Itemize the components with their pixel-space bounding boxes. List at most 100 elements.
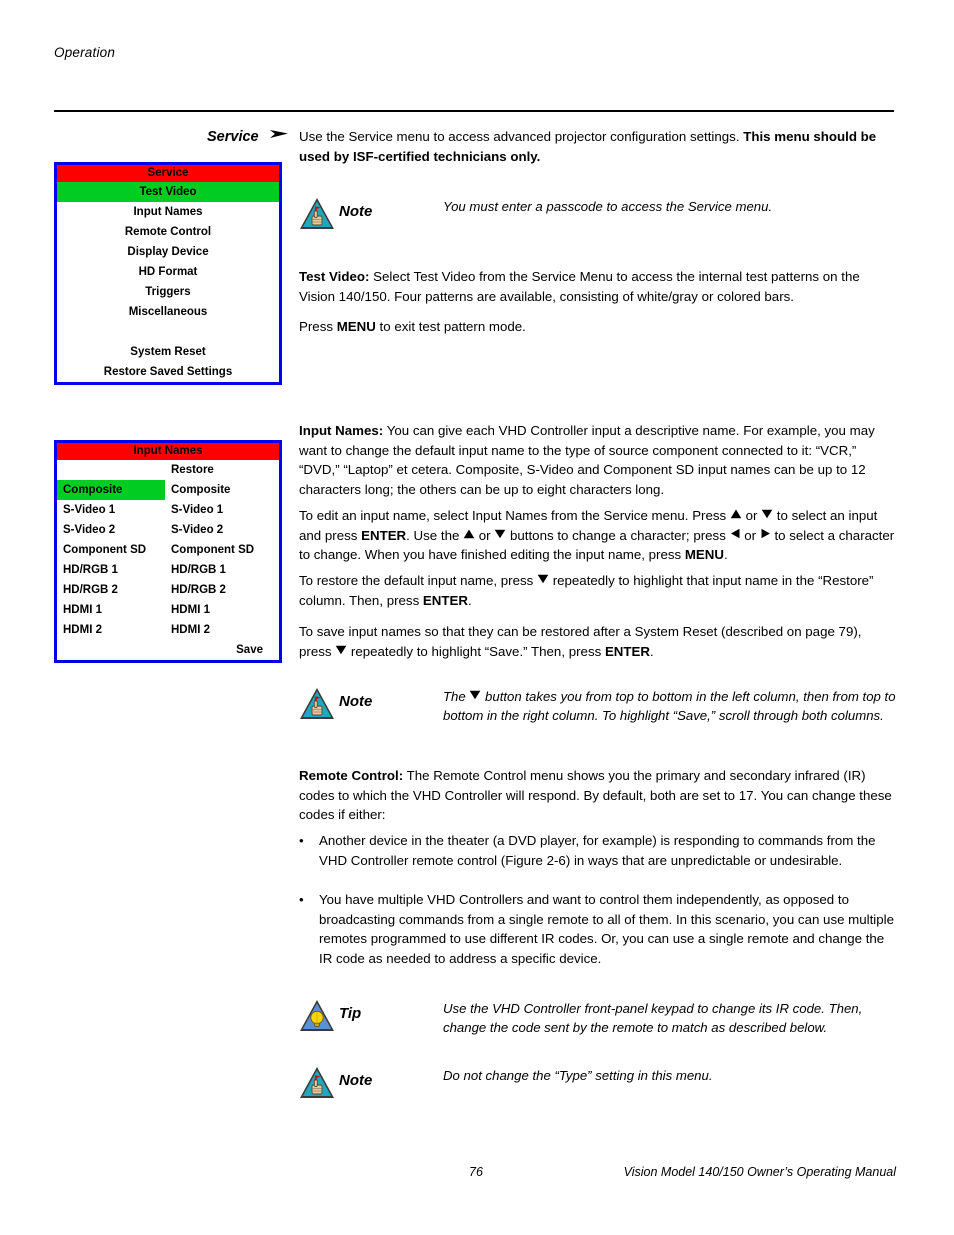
bullet-text-2: You have multiple VHD Controllers and wa… — [319, 892, 894, 966]
osd-input-names-row: S-Video 2 S-Video 2 — [57, 520, 279, 540]
up-triangle-icon — [463, 529, 475, 539]
remote-control-label: Remote Control: — [299, 768, 404, 783]
press-menu-pre: Press — [299, 319, 337, 334]
osd-input-name-hd-rgb-2[interactable]: HD/RGB 2 — [57, 580, 165, 600]
save-key-enter: ENTER — [604, 643, 651, 659]
osd-service-item-miscellaneous[interactable]: Miscellaneous — [57, 302, 279, 322]
edit-key-enter: ENTER — [361, 527, 407, 543]
margin-label-service-text: Service — [207, 129, 259, 145]
service-intro-normal: Use the Service menu to access advanced … — [299, 129, 744, 144]
paragraph-test-video: Test Video: Select Test Video from the S… — [299, 267, 897, 306]
edit-text-2: or — [741, 508, 762, 523]
restore-text-1: To restore the default input name, press — [299, 573, 537, 588]
osd-input-name-composite[interactable]: Composite — [57, 480, 165, 500]
osd-input-name-hdmi-1[interactable]: HDMI 1 — [57, 600, 165, 620]
paragraph-remote-control: Remote Control: The Remote Control menu … — [299, 766, 897, 825]
test-video-label: Test Video: — [299, 269, 370, 284]
edit-key-menu: MENU — [684, 547, 725, 563]
osd-input-names-blank-cell — [57, 640, 165, 660]
osd-input-names-row: HD/RGB 1 HD/RGB 1 — [57, 560, 279, 580]
edit-text-6: buttons to change a character; press — [506, 527, 730, 543]
bullet-marker: • — [299, 892, 304, 907]
note-triangle-icon — [299, 197, 335, 231]
osd-input-names-row: HD/RGB 2 HD/RGB 2 — [57, 580, 279, 600]
paragraph-input-names: Input Names: You can give each VHD Contr… — [299, 421, 897, 499]
down-triangle-icon — [537, 574, 549, 584]
osd-service-menu: Service Test Video Input Names Remote Co… — [54, 162, 282, 385]
osd-input-restore-composite[interactable]: Composite — [165, 480, 279, 500]
osd-input-names-save-row: Save — [57, 640, 279, 660]
callout-note-passcode-text: You must enter a passcode to access the … — [443, 199, 773, 214]
osd-input-restore-hdmi-1[interactable]: HDMI 1 — [165, 600, 279, 620]
edit-text-9: . — [724, 547, 728, 563]
note-columns-text-1: The — [443, 689, 470, 704]
osd-input-name-hd-rgb-1[interactable]: HD/RGB 1 — [57, 560, 165, 580]
up-triangle-icon — [730, 509, 742, 519]
test-video-text: Select Test Video from the Service Menu … — [299, 269, 860, 304]
osd-service-item-display-device[interactable]: Display Device — [57, 242, 279, 262]
paragraph-restore-default: To restore the default input name, press… — [299, 571, 897, 610]
manual-page: Operation Service Service Test Video Inp… — [0, 0, 954, 1235]
down-triangle-icon — [469, 690, 481, 700]
bullet-marker: • — [299, 833, 304, 848]
osd-input-names-row: S-Video 1 S-Video 1 — [57, 500, 279, 520]
osd-input-restore-component-sd[interactable]: Component SD — [165, 540, 279, 560]
osd-input-names-restore-header-row: Restore — [57, 460, 279, 480]
osd-service-spacer — [57, 322, 279, 342]
edit-text-1: To edit an input name, select Input Name… — [299, 508, 730, 523]
header-rule — [54, 110, 894, 112]
osd-service-item-system-reset[interactable]: System Reset — [57, 342, 279, 362]
note-triangle-icon — [299, 1066, 335, 1100]
edit-text-7: or — [740, 527, 760, 543]
left-triangle-icon — [730, 528, 741, 539]
input-names-text: You can give each VHD Controller input a… — [299, 423, 875, 497]
save-text-3: . — [650, 643, 654, 659]
osd-service-item-test-video[interactable]: Test Video — [57, 182, 279, 202]
edit-text-4: . Use the — [406, 527, 464, 543]
callout-tip-text: Use the VHD Controller front-panel keypa… — [443, 1001, 863, 1036]
input-names-label: Input Names: — [299, 423, 384, 438]
down-triangle-icon — [761, 509, 773, 519]
osd-service-item-triggers[interactable]: Triggers — [57, 282, 279, 302]
osd-input-names-row: Component SD Component SD — [57, 540, 279, 560]
osd-service-item-restore-saved-settings[interactable]: Restore Saved Settings — [57, 362, 279, 382]
press-menu-post: to exit test pattern mode. — [375, 319, 526, 334]
osd-service-item-remote-control[interactable]: Remote Control — [57, 222, 279, 242]
callout-keyword-note: Note — [339, 693, 373, 710]
paragraph-service-intro: Use the Service menu to access advanced … — [299, 127, 897, 166]
osd-input-name-component-sd[interactable]: Component SD — [57, 540, 165, 560]
list-item: • You have multiple VHD Controllers and w… — [299, 890, 897, 968]
osd-input-restore-hd-rgb-1[interactable]: HD/RGB 1 — [165, 560, 279, 580]
osd-input-name-s-video-2[interactable]: S-Video 2 — [57, 520, 165, 540]
osd-input-name-s-video-1[interactable]: S-Video 1 — [57, 500, 165, 520]
restore-text-3: . — [468, 592, 472, 608]
note-triangle-icon — [299, 687, 335, 721]
edit-text-5: or — [475, 527, 495, 543]
callout-note-type-text: Do not change the “Type” setting in this… — [443, 1068, 713, 1083]
save-text-2: repeatedly to highlight “Save.” Then, pr… — [347, 643, 605, 659]
osd-input-restore-s-video-2[interactable]: S-Video 2 — [165, 520, 279, 540]
right-arrow-icon — [269, 128, 291, 144]
callout-note-columns-text: The button takes you from top to bottom … — [443, 687, 898, 726]
margin-label-service: Service — [207, 128, 291, 145]
paragraph-edit-input-name: To edit an input name, select Input Name… — [299, 506, 897, 565]
callout-keyword-note: Note — [339, 1072, 373, 1089]
osd-service-item-input-names[interactable]: Input Names — [57, 202, 279, 222]
osd-input-names-row: HDMI 2 HDMI 2 — [57, 620, 279, 640]
osd-input-names-row: Composite Composite — [57, 480, 279, 500]
press-menu-key: MENU — [336, 319, 376, 334]
osd-input-names-title: Input Names — [57, 443, 279, 460]
paragraph-save-input-names: To save input names so that they can be … — [299, 622, 897, 661]
osd-input-names-menu: Input Names Restore Composite Composite … — [54, 440, 282, 663]
osd-input-restore-s-video-1[interactable]: S-Video 1 — [165, 500, 279, 520]
tip-lightbulb-icon — [299, 999, 335, 1033]
running-header: Operation — [54, 45, 116, 60]
osd-service-item-hd-format[interactable]: HD Format — [57, 262, 279, 282]
paragraph-press-menu: Press MENU to exit test pattern mode. — [299, 317, 897, 337]
bullet-text-1: Another device in the theater (a DVD pla… — [319, 833, 876, 868]
osd-input-name-hdmi-2[interactable]: HDMI 2 — [57, 620, 165, 640]
osd-input-restore-hd-rgb-2[interactable]: HD/RGB 2 — [165, 580, 279, 600]
right-triangle-icon — [760, 528, 771, 539]
osd-input-restore-hdmi-2[interactable]: HDMI 2 — [165, 620, 279, 640]
osd-input-names-save[interactable]: Save — [165, 640, 279, 660]
